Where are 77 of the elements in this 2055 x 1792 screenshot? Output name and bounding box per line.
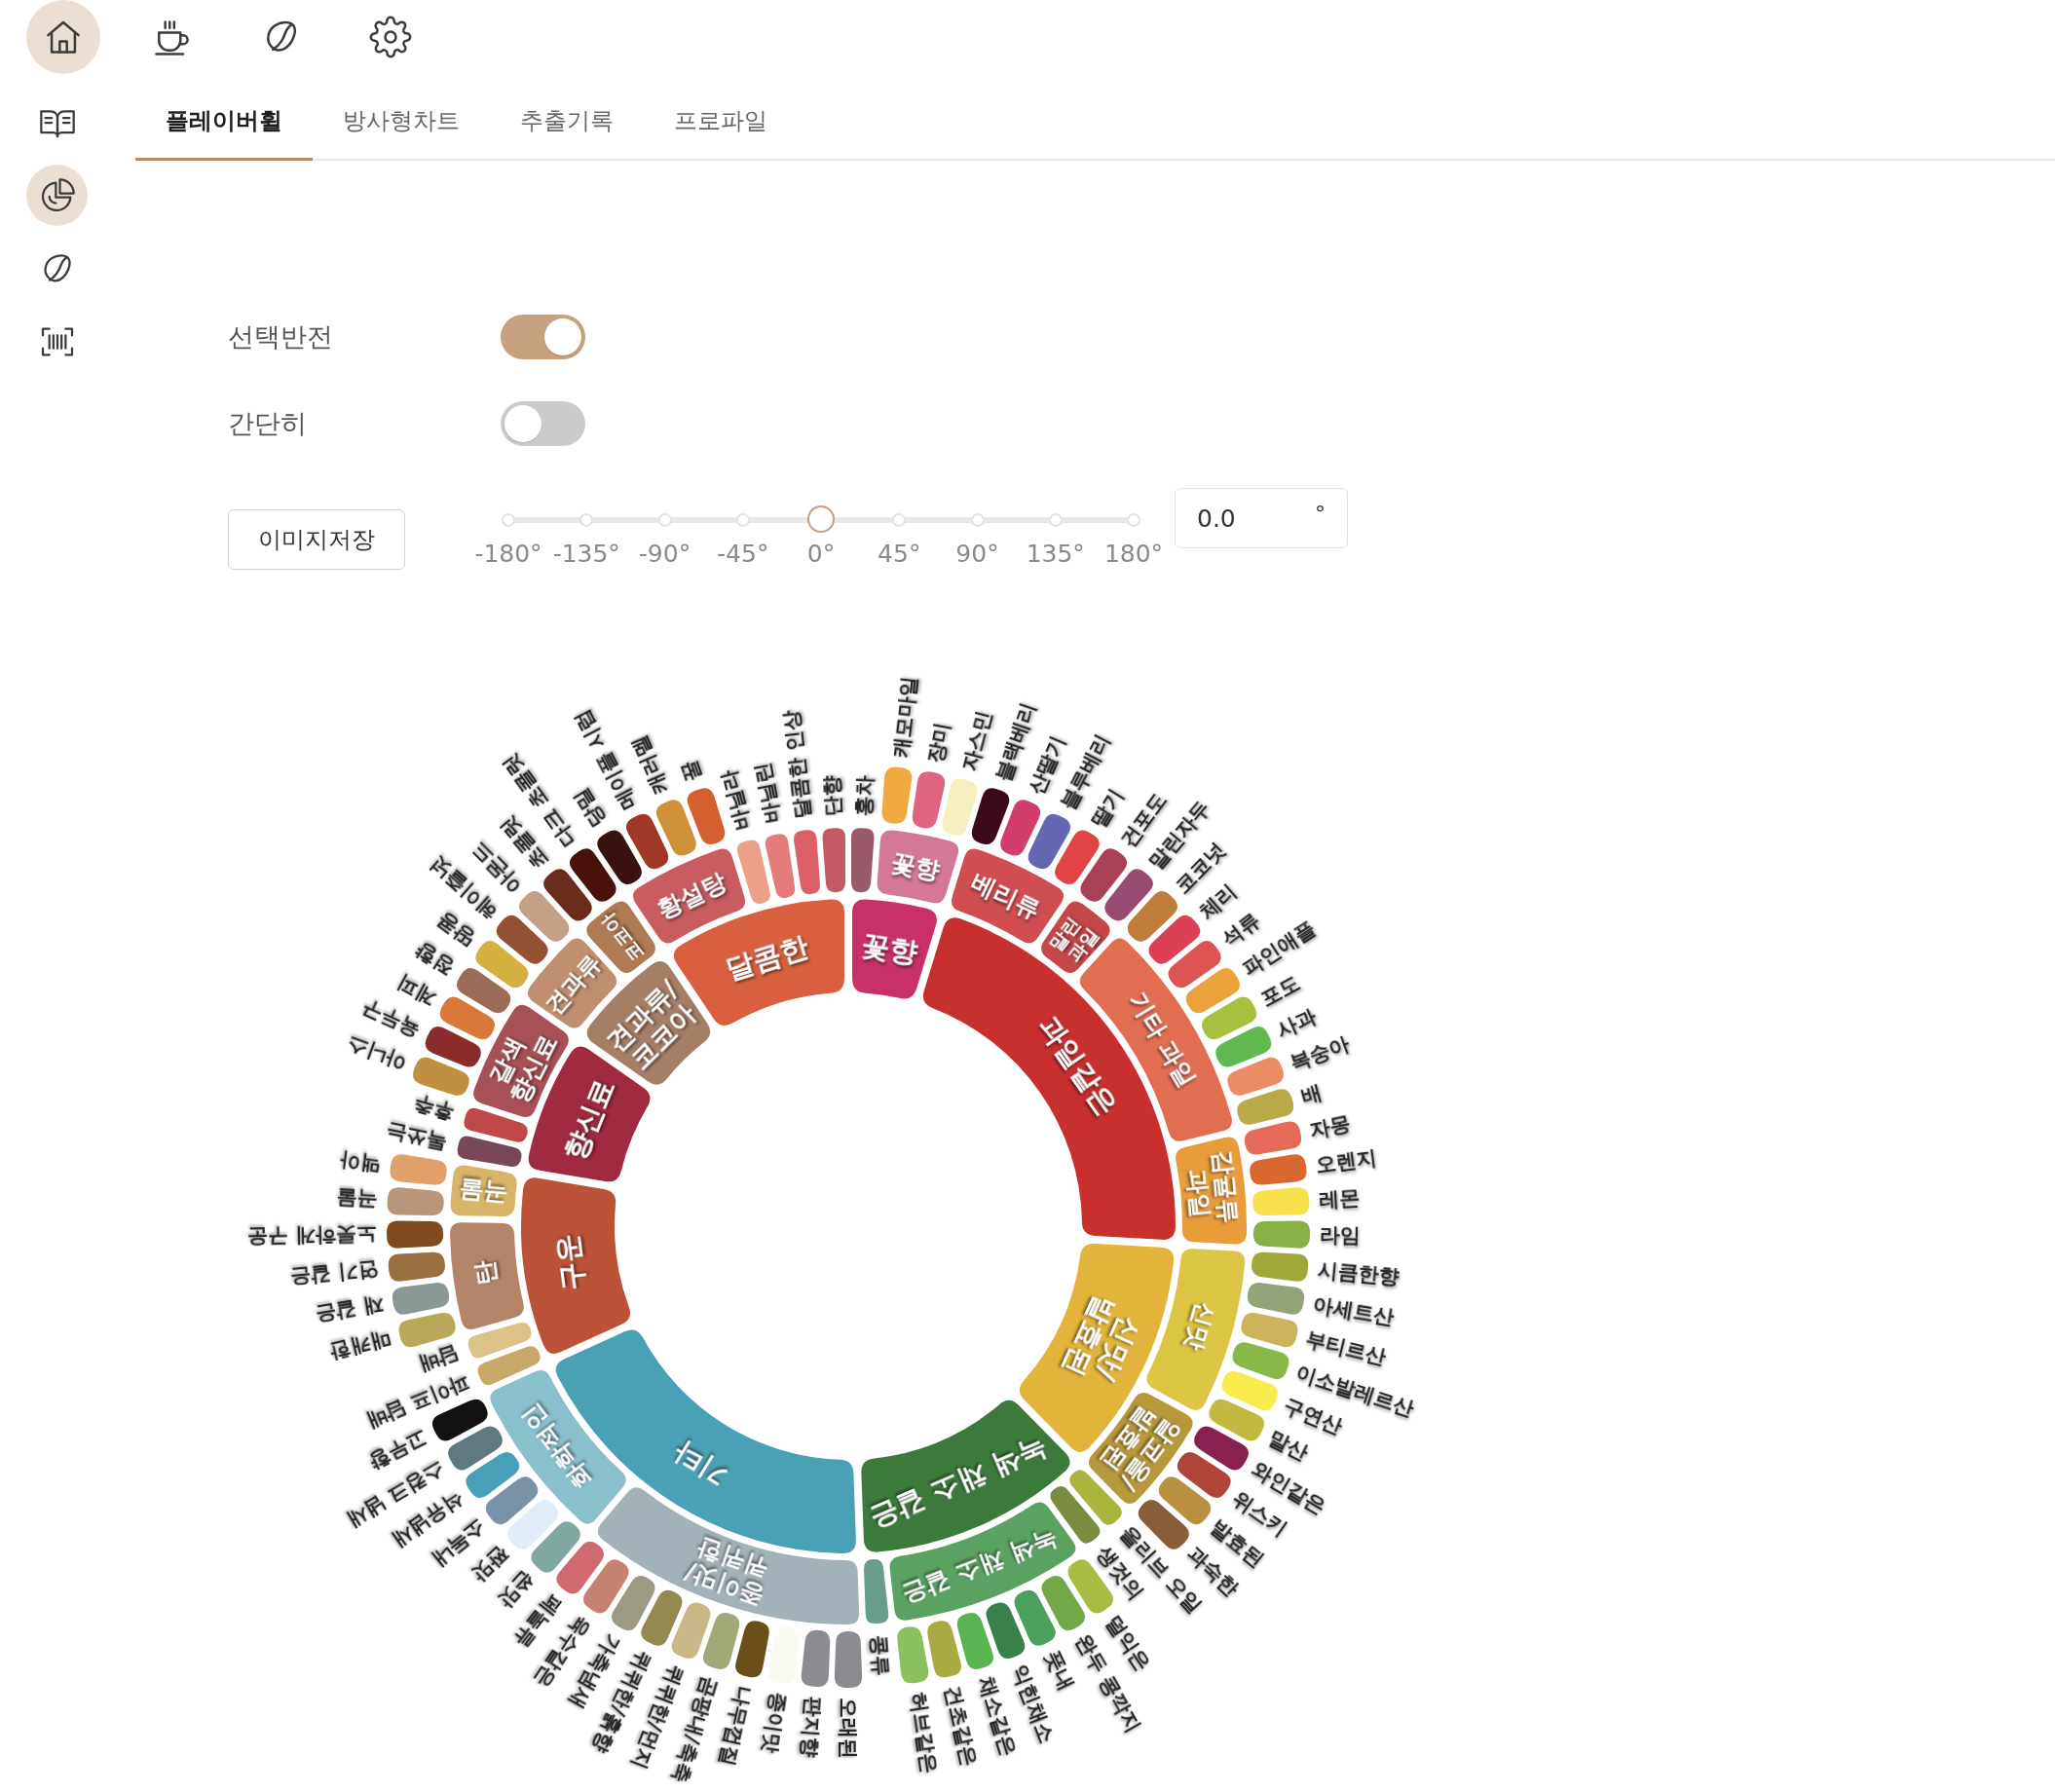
flavor-label: 자스민 [957,708,996,774]
flavor-bar[interactable] [543,869,592,921]
flavor-label: 꿀 [676,757,706,785]
slider-stop-icon [579,513,594,527]
flavor-label: 맥아 [338,1148,383,1177]
flavor-bar[interactable] [475,941,529,989]
flavor-bar[interactable] [655,800,696,856]
slider-mark-label: -135° [552,539,620,570]
category-segment[interactable]: 구운 [521,1177,630,1354]
subcategory-segment[interactable]: 탄 [450,1222,524,1329]
flavor-label: 종이맛 [758,1690,791,1755]
slider-mark-label: -45° [717,539,769,570]
tab[interactable]: 프로파일 [644,84,798,161]
slider-mark-label: -90° [638,539,691,570]
flavor-label: 노릇하게 구운 [246,1222,378,1250]
settings-icon [369,16,412,58]
flavor-bar[interactable] [387,1220,444,1249]
toggle-label: 선택반전 [228,320,334,354]
toggle-switch[interactable] [501,401,585,446]
save-image-button[interactable]: 이미지저장 [228,509,405,570]
flavor-label: 사과 [1273,1004,1321,1043]
unit-label: ° [1315,501,1326,526]
slider-stop-icon [502,513,515,527]
flavor-bar[interactable] [1000,800,1041,856]
subcategory-segment[interactable]: 꽃향 [877,830,959,904]
toggle-label: 간단히 [228,407,308,440]
flavor-label: 매캐한 [327,1326,393,1364]
flavor-bar[interactable] [519,891,570,942]
slider-mark-label: 90° [955,539,999,570]
slider-mark-label: 180° [1103,539,1164,570]
flavor-label: 장미 [923,720,954,765]
slider-stop-icon [1127,513,1140,527]
flavor-label: 재 같은 [314,1292,386,1327]
flavor-bar[interactable] [413,1057,469,1096]
slider-stop-icon [657,513,672,527]
slider-thumb[interactable] [806,505,835,533]
settings-button[interactable] [369,16,412,58]
tab[interactable]: 플레이버휠 [135,84,313,161]
slider-stop-icon [735,513,750,527]
flavor-label: 캐모마일 [888,675,921,760]
slider-stop-icon [1048,513,1063,527]
flavor-bar[interactable] [625,813,669,870]
slider-mark-label: 0° [806,539,836,570]
slider-stop-icon [892,513,907,527]
tab[interactable]: 방사형차트 [313,84,490,161]
flavor-label: 연기 같은 [289,1257,381,1290]
slider-mark-label: 45° [878,539,921,570]
flavor-bar[interactable] [597,830,642,885]
flavor-label: 곡물 [336,1185,379,1213]
category-segment[interactable]: 꽃향 [852,899,937,999]
flavor-label: 자몽 [1307,1111,1353,1143]
flavor-bar[interactable] [942,778,978,836]
flavor-label: 허브같은 [906,1690,942,1775]
toggle-switch[interactable] [501,315,585,359]
angle-input[interactable]: 0.0 ° [1175,488,1348,548]
flavor-bar[interactable] [425,1027,481,1067]
slider-mark-label: 135° [1026,539,1085,570]
flavor-label: 라임 [1319,1222,1362,1248]
tab[interactable]: 추출기록 [490,84,644,161]
flavor-bar[interactable]: 단향 [819,774,845,893]
slider-stop-icon [970,513,985,527]
flavor-label: 배 [1298,1080,1325,1109]
flavor-bar[interactable] [735,1621,769,1678]
flavor-bar[interactable] [1209,1399,1265,1441]
flavor-bar[interactable]: 홍차 [851,774,878,893]
flavor-bar[interactable] [703,1612,740,1669]
flavor-label: 레몬 [1318,1185,1361,1213]
flavor-label: 오렌지 [1314,1145,1378,1177]
flavor-label: 판지향 [797,1695,826,1759]
flavor-label: 시큼한향 [1316,1257,1401,1289]
flavor-bar[interactable] [448,1426,503,1471]
flavor-bar[interactable] [569,848,616,902]
flavor-label: 아세트산 [1311,1292,1397,1329]
slider-mark-label: -180° [474,539,542,570]
flavor-bar[interactable] [971,788,1010,844]
flavor-label: 오래된 [837,1698,860,1759]
flavor-bar[interactable] [1194,1426,1249,1471]
